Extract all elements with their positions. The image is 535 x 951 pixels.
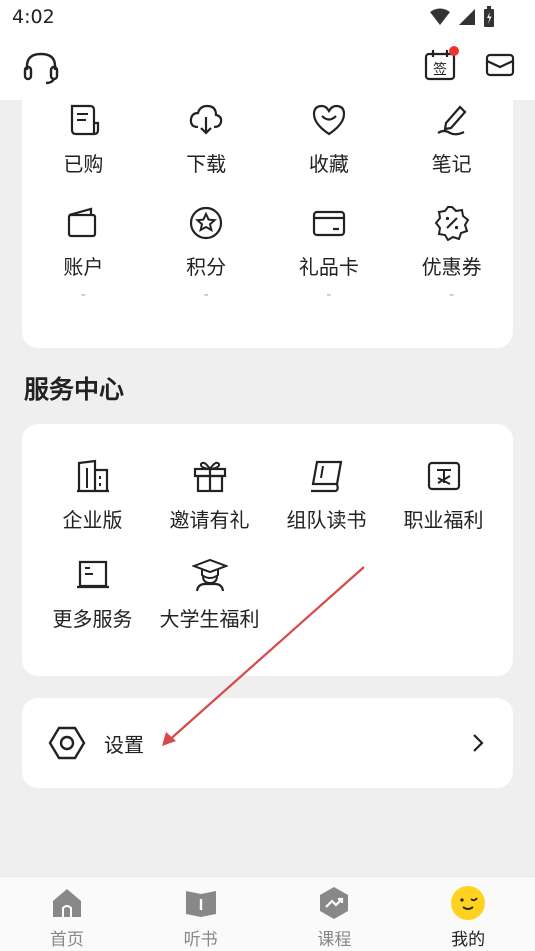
service-item-career-benefits[interactable]: 职业福利	[385, 458, 502, 533]
hexagon-settings-icon	[48, 726, 86, 760]
headset-icon	[23, 52, 59, 85]
asset-item-notes[interactable]: 笔记	[390, 102, 513, 177]
asset-item-purchased[interactable]: 已购	[22, 102, 145, 177]
status-time: 4:02	[12, 6, 55, 28]
home-icon	[49, 885, 85, 921]
smiley-icon	[450, 885, 486, 921]
asset-item-gift-card[interactable]: 礼品卡 -	[268, 205, 391, 302]
service-label: 更多服务	[52, 607, 133, 631]
asset-value: -	[203, 287, 209, 303]
asset-item-points[interactable]: 积分 -	[145, 205, 268, 302]
wallet-icon	[65, 205, 101, 241]
service-label: 职业福利	[403, 508, 484, 532]
asset-label: 礼品卡	[298, 255, 359, 279]
bottom-nav: 首页 听书 课程 我的	[0, 876, 535, 951]
asset-item-account[interactable]: 账户 -	[22, 205, 145, 302]
wifi-icon	[430, 8, 450, 25]
asset-item-download[interactable]: 下载	[145, 102, 268, 177]
pen-icon	[434, 102, 470, 138]
status-icons	[429, 6, 495, 28]
asset-label: 收藏	[308, 152, 349, 176]
asset-item-favorites[interactable]: 收藏	[268, 102, 391, 177]
settings-row[interactable]: 设置	[22, 698, 513, 788]
nav-mine[interactable]: 我的	[401, 877, 535, 951]
gift-card-icon	[311, 205, 347, 241]
graduate-icon	[191, 557, 228, 593]
book-icon	[75, 557, 111, 593]
service-label: 组队读书	[286, 508, 367, 532]
notification-dot	[449, 46, 459, 56]
top-bar: 4:02 签	[0, 0, 535, 100]
audiobook-icon	[183, 885, 219, 921]
nav-audiobook[interactable]: 听书	[134, 877, 268, 951]
service-label: 企业版	[62, 508, 123, 532]
asset-label: 积分	[186, 255, 227, 279]
asset-label: 优惠券	[421, 255, 482, 279]
building-icon	[75, 458, 111, 494]
service-label: 邀请有礼	[169, 508, 250, 532]
asset-value: -	[80, 287, 86, 303]
asset-label: 已购	[63, 152, 104, 176]
signal-icon	[459, 9, 475, 25]
svg-text:签: 签	[433, 61, 447, 78]
checkin-button[interactable]: 签	[423, 46, 459, 82]
assets-card: 已购 下载 收藏 笔记 账户 - 积分 - 礼品卡 - 优惠券 -	[22, 70, 513, 348]
services-title: 服务中心	[24, 375, 125, 404]
settings-label: 设置	[104, 732, 144, 757]
battery-icon	[484, 6, 494, 27]
nav-home[interactable]: 首页	[0, 877, 134, 951]
asset-item-coupons[interactable]: 优惠券 -	[390, 205, 513, 302]
service-item-invite[interactable]: 邀请有礼	[151, 458, 268, 533]
chevron-right-icon	[473, 734, 484, 752]
star-icon	[188, 205, 224, 241]
asset-label: 账户	[63, 255, 104, 279]
nav-label: 我的	[451, 930, 486, 950]
heart-icon	[311, 102, 347, 138]
services-card: 企业版 邀请有礼 组队读书 职业福利 更多服务 大学生福利	[22, 424, 513, 676]
service-item-more[interactable]: 更多服务	[34, 557, 151, 632]
nav-label: 课程	[317, 930, 352, 950]
voucher-icon	[426, 458, 462, 494]
header-actions: 签	[423, 46, 515, 82]
asset-value: -	[326, 287, 332, 303]
nav-label: 听书	[183, 930, 218, 950]
asset-label: 笔记	[431, 152, 472, 176]
course-icon	[316, 885, 352, 921]
nav-label: 首页	[49, 930, 84, 950]
service-label: 大学生福利	[159, 607, 260, 631]
customer-service-button[interactable]	[22, 50, 60, 86]
service-item-team-reading[interactable]: 组队读书	[268, 458, 385, 533]
asset-value: -	[449, 287, 455, 303]
mail-icon[interactable]	[485, 51, 515, 79]
service-item-student-benefits[interactable]: 大学生福利	[151, 557, 268, 632]
service-item-enterprise[interactable]: 企业版	[34, 458, 151, 533]
services-grid: 企业版 邀请有礼 组队读书 职业福利 更多服务 大学生福利	[34, 458, 502, 632]
flag-icon	[309, 458, 345, 494]
nav-course[interactable]: 课程	[268, 877, 402, 951]
assets-grid: 已购 下载 收藏 笔记 账户 - 积分 - 礼品卡 - 优惠券 -	[22, 102, 513, 302]
gift-box-icon	[192, 458, 228, 494]
coupon-icon	[434, 205, 470, 241]
cloud-download-icon	[188, 102, 224, 138]
receipt-icon	[65, 102, 101, 138]
asset-label: 下载	[186, 152, 227, 176]
